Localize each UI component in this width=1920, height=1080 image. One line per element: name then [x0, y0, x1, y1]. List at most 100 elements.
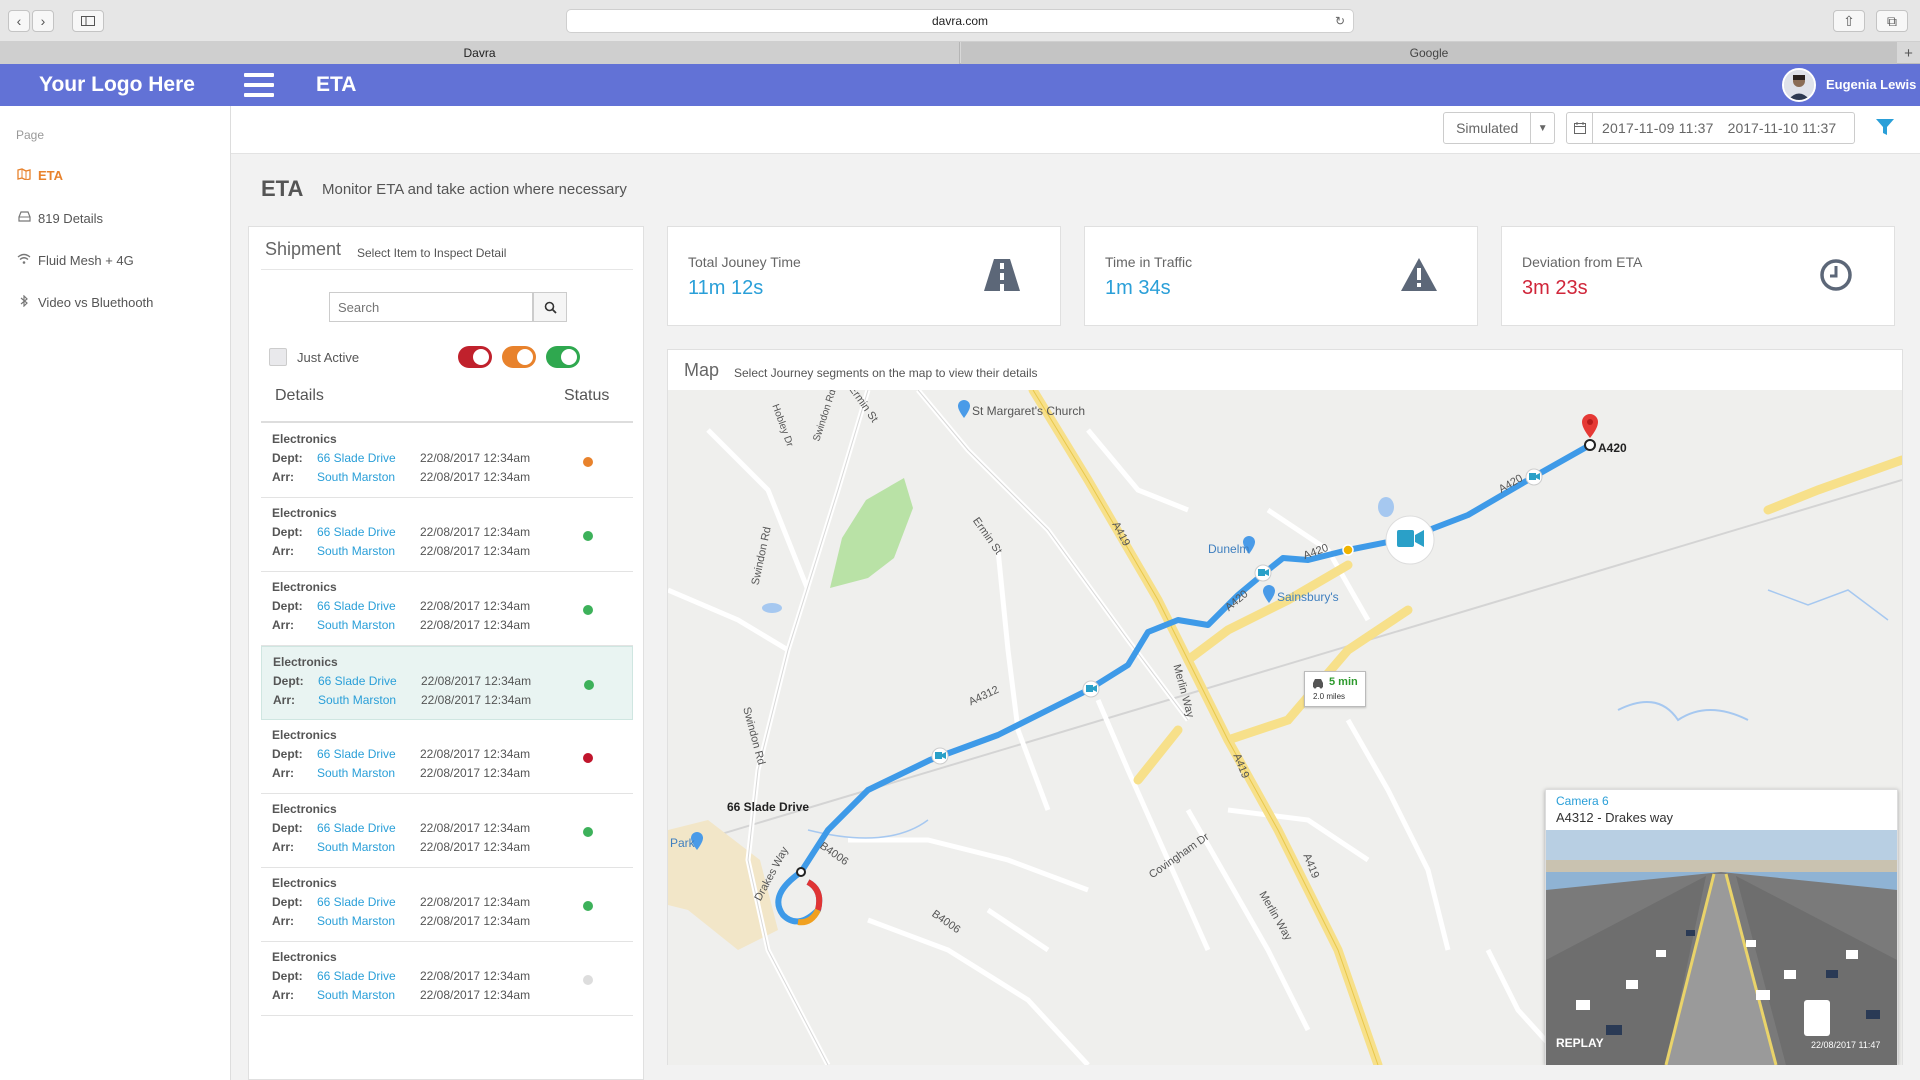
divider [261, 269, 633, 270]
row-category: Electronics [272, 432, 337, 446]
destination-pin-icon[interactable] [1582, 414, 1598, 438]
dept-link[interactable]: 66 Slade Drive [317, 747, 396, 761]
camera-image[interactable]: REPLAY 22/08/2017 11:47 [1546, 830, 1897, 1065]
search-input[interactable] [329, 292, 533, 322]
app-header: Your Logo Here ETA Eugenia Lewis [0, 64, 1920, 106]
toggle-green[interactable] [546, 346, 580, 368]
tabs-overview-icon[interactable]: ⧉ [1876, 10, 1908, 32]
kpi-value: 11m 12s [688, 277, 764, 299]
dept-link[interactable]: 66 Slade Drive [317, 895, 396, 909]
camera-feed-panel[interactable]: Camera 6 A4312 - Drakes way REPLAY 22/08… [1545, 789, 1898, 1065]
selected-camera-marker-icon[interactable] [1385, 515, 1435, 565]
dept-time: 22/08/2017 12:34am [420, 821, 531, 835]
arr-link[interactable]: South Marston [317, 914, 395, 928]
toggle-orange[interactable] [502, 346, 536, 368]
kpi-label: Time in Traffic [1105, 254, 1193, 270]
arr-time: 22/08/2017 12:34am [420, 840, 531, 854]
caret-down-icon: ▼ [1530, 113, 1554, 143]
dept-time: 22/08/2017 12:34am [420, 969, 531, 983]
filter-icon[interactable] [1876, 118, 1894, 141]
tab-google[interactable]: Google [961, 42, 1897, 64]
dept-link[interactable]: 66 Slade Drive [317, 821, 396, 835]
warning-icon [1401, 258, 1437, 291]
table-row[interactable]: Electronics Dept: 66 Slade Drive 22/08/2… [261, 424, 633, 498]
arr-link[interactable]: South Marston [317, 470, 395, 484]
road-icon [984, 259, 1020, 291]
replay-button[interactable]: REPLAY [1556, 1036, 1604, 1050]
user-name[interactable]: Eugenia Lewis [1826, 77, 1916, 92]
table-row[interactable]: Electronics Dept: 66 Slade Drive 22/08/2… [261, 942, 633, 1016]
reload-icon[interactable]: ↻ [1335, 14, 1345, 28]
table-row[interactable]: Electronics Dept: 66 Slade Drive 22/08/2… [261, 794, 633, 868]
arr-link[interactable]: South Marston [317, 988, 395, 1002]
share-icon[interactable]: ⇧ [1833, 10, 1865, 32]
avatar[interactable] [1782, 68, 1816, 102]
start-marker[interactable] [796, 867, 806, 877]
camera-marker-icon[interactable] [1082, 680, 1100, 698]
dept-label: Dept: [272, 525, 303, 539]
arr-link[interactable]: South Marston [317, 840, 395, 854]
toggle-red[interactable] [458, 346, 492, 368]
kpi-deviation-from-eta: Deviation from ETA 3m 23s [1501, 226, 1895, 326]
dept-link[interactable]: 66 Slade Drive [317, 525, 396, 539]
map-label-dunelm: Dunelm [1208, 542, 1250, 556]
date-range-picker[interactable]: 2017-11-09 11:37 2017-11-10 11:37 [1566, 112, 1855, 144]
logo[interactable]: Your Logo Here [39, 73, 195, 97]
row-category: Electronics [272, 950, 337, 964]
clock-icon [1820, 259, 1852, 291]
arr-link[interactable]: South Marston [317, 618, 395, 632]
arr-link[interactable]: South Marston [317, 766, 395, 780]
kpi-total-journey-time: Total Jouney Time 11m 12s [667, 226, 1061, 326]
arr-link[interactable]: South Marston [317, 544, 395, 558]
row-category: Electronics [272, 580, 337, 594]
hamburger-menu-icon[interactable] [244, 73, 274, 97]
traffic-incident-icon[interactable] [1342, 544, 1354, 556]
row-category: Electronics [272, 876, 337, 890]
arr-link[interactable]: South Marston [318, 693, 396, 707]
dept-label: Dept: [272, 599, 303, 613]
table-row[interactable]: Electronics Dept: 66 Slade Drive 22/08/2… [261, 646, 633, 720]
map-label-church: St Margaret's Church [972, 404, 1085, 418]
mode-select[interactable]: Simulated ▼ [1443, 112, 1555, 144]
traffic-info-box[interactable]: 5 min 2.0 miles [1304, 671, 1366, 707]
search-button[interactable] [533, 292, 567, 322]
sidebar-item-819-details[interactable]: 819 Details [16, 208, 103, 228]
dept-link[interactable]: 66 Slade Drive [317, 451, 396, 465]
map-icon [16, 167, 32, 183]
camera-marker-icon[interactable] [1525, 468, 1543, 486]
dept-time: 22/08/2017 12:34am [420, 525, 531, 539]
arr-label: Arr: [272, 988, 295, 1002]
sidebar-item-video-bluetooth[interactable]: Video vs Bluethooth [16, 292, 153, 312]
camera-marker-icon[interactable] [931, 747, 949, 765]
arr-time: 22/08/2017 12:34am [420, 766, 531, 780]
sidebar-toggle-icon[interactable] [72, 10, 104, 32]
status-dot [583, 605, 593, 615]
arr-label: Arr: [273, 693, 296, 707]
just-active-checkbox[interactable] [269, 348, 287, 366]
forward-icon[interactable]: › [32, 10, 54, 32]
table-row[interactable]: Electronics Dept: 66 Slade Drive 22/08/2… [261, 868, 633, 942]
dept-time: 22/08/2017 12:34am [420, 747, 531, 761]
sidebar-item-eta[interactable]: ETA [16, 165, 63, 185]
arr-label: Arr: [272, 914, 295, 928]
end-marker[interactable] [1584, 439, 1596, 451]
filter-toolbar: Simulated ▼ 2017-11-09 11:37 2017-11-10 … [231, 106, 1920, 154]
url-text: davra.com [931, 14, 989, 28]
dept-time: 22/08/2017 12:34am [420, 599, 531, 613]
dept-link[interactable]: 66 Slade Drive [317, 599, 396, 613]
camera-marker-icon[interactable] [1254, 564, 1272, 582]
dept-link[interactable]: 66 Slade Drive [317, 969, 396, 983]
new-tab-icon[interactable]: + [1897, 42, 1920, 64]
table-row[interactable]: Electronics Dept: 66 Slade Drive 22/08/2… [261, 720, 633, 794]
map-label-park: Park [670, 836, 695, 850]
sidebar-item-fluid-mesh[interactable]: Fluid Mesh + 4G [16, 250, 134, 270]
tab-davra[interactable]: Davra [0, 42, 960, 64]
back-icon[interactable]: ‹ [8, 10, 30, 32]
arr-time: 22/08/2017 12:34am [421, 693, 532, 707]
table-row[interactable]: Electronics Dept: 66 Slade Drive 22/08/2… [261, 572, 633, 646]
table-row[interactable]: Electronics Dept: 66 Slade Drive 22/08/2… [261, 498, 633, 572]
dept-link[interactable]: 66 Slade Drive [318, 674, 397, 688]
calendar-icon [1567, 113, 1593, 143]
address-bar[interactable]: davra.com ↻ [566, 9, 1354, 33]
map-canvas[interactable]: St Margaret's Church Dunelm Sainsbury's … [668, 390, 1902, 1065]
